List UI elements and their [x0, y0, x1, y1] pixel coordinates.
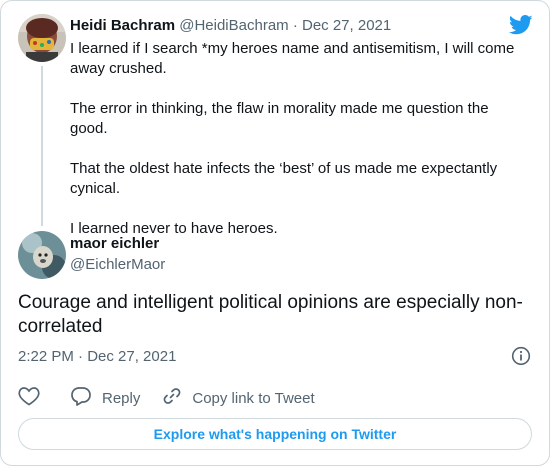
quoted-paragraph: I learned if I search *my heroes name an… — [70, 40, 515, 77]
like-button[interactable] — [18, 386, 40, 410]
quoted-tweet-body: I learned if I search *my heroes name an… — [70, 39, 530, 259]
heart-icon — [18, 386, 40, 410]
copy-link-label: Copy link to Tweet — [192, 389, 315, 407]
quoted-paragraph: That the oldest hate infects the ‘best’ … — [70, 160, 498, 197]
info-icon[interactable] — [511, 346, 531, 371]
quoted-tweet-header: Heidi Bachram @HeidiBachram · Dec 27, 20… — [70, 17, 391, 34]
quoted-date[interactable]: Dec 27, 2021 — [302, 17, 391, 34]
quoted-author-name[interactable]: Heidi Bachram — [70, 17, 175, 34]
heidi-avatar[interactable] — [18, 14, 66, 62]
reply-button[interactable]: Reply — [70, 386, 140, 410]
header-separator: · — [292, 17, 298, 34]
quoted-paragraph: The error in thinking, the flaw in moral… — [70, 100, 489, 137]
tweet-embed-card: Heidi Bachram @HeidiBachram · Dec 27, 20… — [0, 0, 550, 466]
maor-avatar[interactable] — [18, 231, 66, 279]
author-handle[interactable]: @EichlerMaor — [70, 256, 165, 273]
reply-label: Reply — [102, 389, 141, 407]
reply-bubble-icon — [70, 386, 92, 410]
tweet-timestamp[interactable]: 2:22 PM · Dec 27, 2021 — [18, 348, 176, 365]
author-name[interactable]: maor eichler — [70, 235, 159, 252]
copy-link-button[interactable]: Copy link to Tweet — [162, 386, 315, 410]
link-icon — [162, 386, 182, 410]
tweet-text: Courage and intelligent political opinio… — [18, 292, 523, 337]
tweet-actions: Reply Copy link to Tweet — [18, 386, 337, 410]
explore-twitter-button[interactable]: Explore what's happening on Twitter — [18, 418, 532, 450]
quoted-author-handle[interactable]: @HeidiBachram — [179, 17, 288, 34]
twitter-bird-icon[interactable] — [508, 15, 533, 40]
thread-connector-line — [41, 66, 43, 226]
